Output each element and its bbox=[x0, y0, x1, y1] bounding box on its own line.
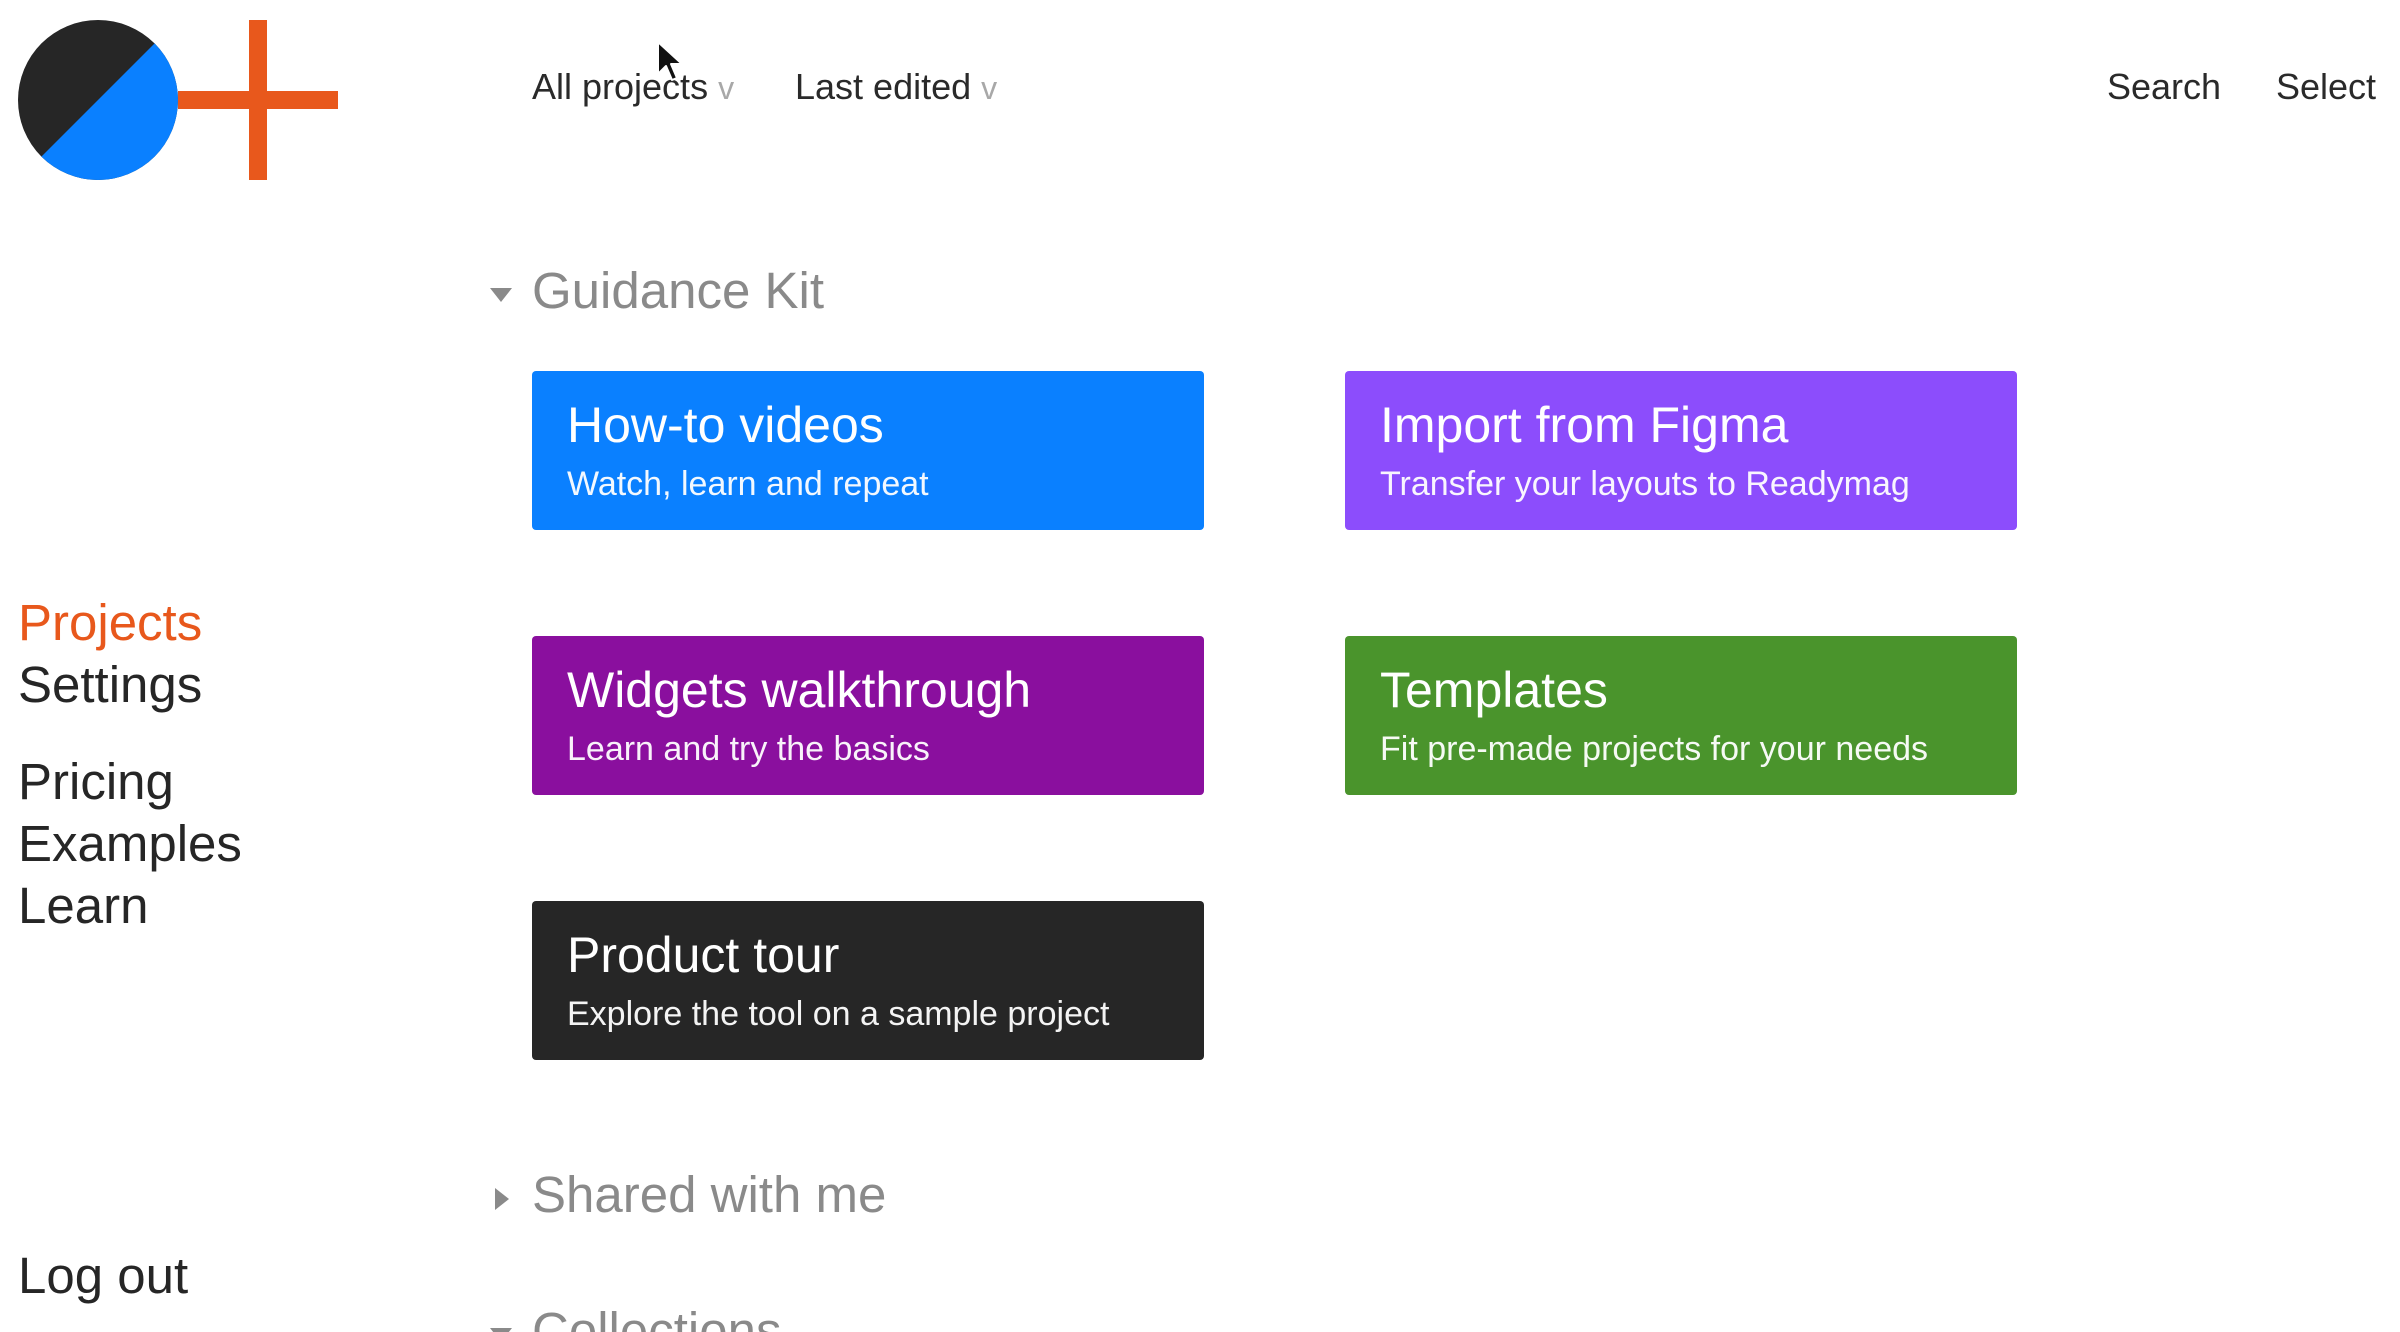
logo-icon bbox=[18, 20, 338, 180]
sidebar-item-examples[interactable]: Examples bbox=[18, 813, 242, 875]
sidebar-nav: Projects Settings Pricing Examples Learn bbox=[18, 592, 242, 937]
section-guidance-kit[interactable]: Guidance Kit bbox=[488, 260, 824, 322]
caret-right-icon bbox=[488, 1186, 532, 1212]
card-import-from-figma[interactable]: Import from Figma Transfer your layouts … bbox=[1345, 371, 2017, 530]
sort-filter-label: Last edited bbox=[795, 66, 972, 107]
card-title: Import from Figma bbox=[1380, 397, 1789, 453]
chevron-down-icon: v bbox=[981, 70, 998, 106]
card-title: Widgets walkthrough bbox=[567, 662, 1032, 718]
search-button[interactable]: Search bbox=[2107, 62, 2221, 112]
section-title: Shared with me bbox=[532, 1166, 887, 1223]
caret-down-icon bbox=[488, 1325, 532, 1332]
sidebar-item-projects[interactable]: Projects bbox=[18, 592, 242, 654]
sidebar-spacer bbox=[18, 716, 242, 751]
projects-page: Projects Settings Pricing Examples Learn… bbox=[0, 0, 2400, 1332]
card-title: Product tour bbox=[567, 927, 840, 983]
card-subtitle: Transfer your layouts to Readymag bbox=[1380, 465, 1910, 503]
readymag-logo[interactable] bbox=[18, 20, 338, 180]
caret-down-icon bbox=[488, 285, 532, 305]
section-title: Collections bbox=[532, 1302, 782, 1332]
card-how-to-videos[interactable]: How-to videos Watch, learn and repeat bbox=[532, 371, 1204, 530]
card-subtitle: Fit pre-made projects for your needs bbox=[1380, 730, 1929, 768]
select-button[interactable]: Select bbox=[2276, 62, 2376, 112]
section-collections[interactable]: Collections bbox=[488, 1300, 781, 1332]
card-product-tour[interactable]: Product tour Explore the tool on a sampl… bbox=[532, 901, 1204, 1060]
card-subtitle: Watch, learn and repeat bbox=[567, 465, 929, 503]
logout-link[interactable]: Log out bbox=[18, 1245, 188, 1307]
section-shared-with-me[interactable]: Shared with me bbox=[488, 1164, 886, 1226]
section-title: Guidance Kit bbox=[532, 262, 825, 319]
card-widgets-walkthrough[interactable]: Widgets walkthrough Learn and try the ba… bbox=[532, 636, 1204, 795]
sort-filter[interactable]: Last edited v bbox=[795, 62, 997, 113]
card-title: Templates bbox=[1380, 662, 1608, 718]
card-title: How-to videos bbox=[567, 397, 884, 453]
chevron-down-icon: v bbox=[718, 70, 735, 106]
sidebar-item-settings[interactable]: Settings bbox=[18, 654, 242, 716]
all-projects-filter-label: All projects bbox=[532, 66, 709, 107]
card-templates[interactable]: Templates Fit pre-made projects for your… bbox=[1345, 636, 2017, 795]
card-subtitle: Learn and try the basics bbox=[567, 730, 930, 768]
sidebar-item-learn[interactable]: Learn bbox=[18, 875, 242, 937]
card-subtitle: Explore the tool on a sample project bbox=[567, 995, 1110, 1033]
sidebar-item-pricing[interactable]: Pricing bbox=[18, 751, 242, 813]
all-projects-filter[interactable]: All projects v bbox=[532, 62, 734, 113]
